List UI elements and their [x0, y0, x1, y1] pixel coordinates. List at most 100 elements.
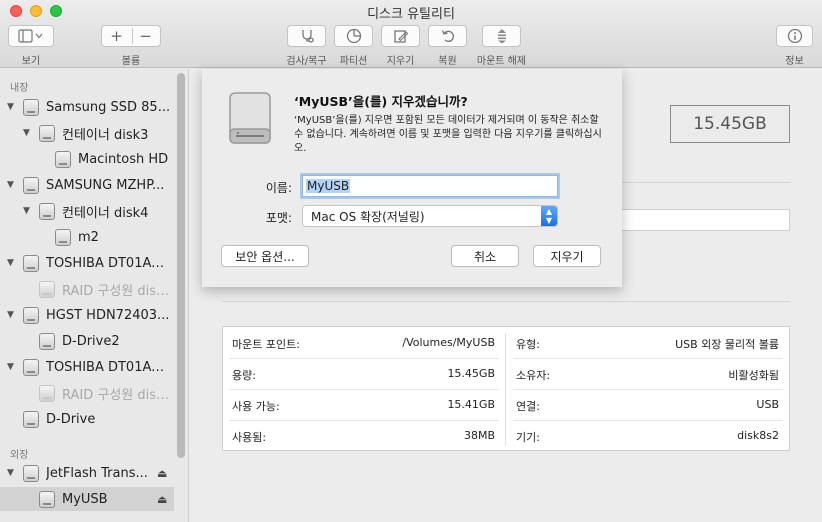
disclosure-triangle-icon[interactable]: ▼	[7, 310, 17, 320]
volume-capacity-box: 15.45GB	[670, 105, 790, 143]
volume-info-table: 마운트 포인트: /Volumes/MyUSB 유형: USB 외장 물리적 볼…	[222, 326, 790, 451]
device-label: 기기:	[516, 431, 540, 444]
eject-icon[interactable]: ⏏	[157, 493, 167, 506]
available-label: 사용 가능:	[232, 400, 280, 413]
sidebar-item-hgst[interactable]: ▼ HGST HDN72403...	[0, 303, 174, 327]
sidebar-item-label: RAID 구성원 disk...	[62, 387, 172, 403]
disclosure-triangle-icon[interactable]: ▼	[23, 206, 33, 216]
info-row: 사용 가능: 15.41GB 연결: USB	[223, 389, 789, 420]
sidebar-item-label: RAID 구성원 disk...	[62, 283, 172, 299]
container-icon	[39, 124, 55, 142]
disclosure-triangle-icon[interactable]: ▼	[7, 258, 17, 268]
eject-icon[interactable]: ⏏	[157, 467, 167, 480]
sidebar-item-raid-member-2[interactable]: RAID 구성원 disk...	[0, 381, 174, 405]
sidebar-item-label: 컨테이너 disk3	[62, 127, 149, 143]
format-select-value: Mac OS 확장(저널링)	[311, 209, 425, 224]
add-volume-button[interactable]: +	[102, 27, 131, 45]
connection-label: 연결:	[516, 400, 540, 413]
sidebar-item-label: SAMSUNG MZHP...	[46, 177, 165, 193]
restore-icon	[441, 30, 454, 42]
volume-icon	[39, 280, 55, 298]
sidebar-item-samsung-ssd[interactable]: ▼ Samsung SSD 85...	[0, 95, 174, 119]
cancel-button[interactable]: 취소	[451, 245, 519, 267]
first-aid-button[interactable]	[287, 25, 326, 47]
sidebar-item-label: TOSHIBA DT01AC...	[46, 255, 171, 271]
disclosure-triangle-icon[interactable]: ▼	[7, 180, 17, 190]
hard-drive-icon	[23, 254, 39, 272]
sidebar-item-label: MyUSB	[62, 491, 108, 507]
capacity-value: 15.45GB	[447, 367, 495, 380]
disclosure-triangle-icon[interactable]: ▼	[23, 128, 33, 138]
sidebar-icon	[18, 29, 43, 43]
security-options-button[interactable]: 보안 옵션...	[221, 245, 309, 267]
sidebar: 내장 ▼ Samsung SSD 85... ▼ 컨테이너 disk3 Maci…	[0, 69, 189, 522]
hard-drive-icon	[23, 176, 39, 194]
usb-drive-icon	[23, 464, 39, 482]
disclosure-triangle-icon[interactable]: ▼	[7, 362, 17, 372]
unmount-button[interactable]	[482, 25, 521, 47]
erase-button[interactable]	[381, 25, 420, 47]
sidebar-item-label: Macintosh HD	[78, 151, 169, 167]
device-value: disk8s2	[737, 429, 779, 442]
volume-icon	[55, 150, 71, 168]
sidebar-item-toshiba-1[interactable]: ▼ TOSHIBA DT01AC...	[0, 251, 174, 275]
name-field[interactable]: MyUSB	[302, 175, 558, 197]
sidebar-item-raid-member-1[interactable]: RAID 구성원 disk...	[0, 277, 174, 301]
toolbar: 디스크 유틸리티 보기 + − 볼륨 검사/복구 파티션 지우기 복원 마운트 …	[0, 0, 822, 68]
external-drive-icon	[229, 92, 271, 144]
sidebar-item-container-disk3[interactable]: ▼ 컨테이너 disk3	[0, 121, 174, 145]
info-icon	[787, 28, 802, 44]
hard-drive-icon	[23, 358, 39, 376]
restore-button[interactable]	[428, 25, 467, 47]
sidebar-item-label: D-Drive2	[62, 333, 120, 349]
sidebar-item-label: 컨테이너 disk4	[62, 205, 149, 221]
info-row: 마운트 포인트: /Volumes/MyUSB 유형: USB 외장 물리적 볼…	[223, 327, 789, 358]
sidebar-item-d-drive2[interactable]: D-Drive2	[0, 329, 174, 353]
view-button[interactable]	[8, 25, 54, 47]
sidebar-item-label: m2	[78, 229, 99, 245]
info-button[interactable]	[776, 25, 813, 47]
hard-drive-icon	[23, 98, 39, 116]
sidebar-scrollbar[interactable]	[177, 73, 185, 458]
used-label: 사용됨:	[232, 431, 267, 444]
window-title: 디스크 유틸리티	[367, 7, 455, 22]
sidebar-item-container-disk4[interactable]: ▼ 컨테이너 disk4	[0, 199, 174, 223]
name-field-value: MyUSB	[306, 179, 351, 193]
format-select[interactable]: Mac OS 확장(저널링) ▲ ▼	[302, 205, 558, 227]
partition-button[interactable]	[334, 25, 373, 47]
remove-volume-button[interactable]: −	[131, 27, 160, 45]
sidebar-item-label: HGST HDN72403...	[46, 307, 170, 323]
sidebar-item-label: D-Drive	[46, 411, 96, 427]
owners-label: 소유자:	[516, 369, 551, 382]
restore-label: 복원	[438, 56, 457, 67]
partition-icon	[346, 28, 361, 44]
sidebar-item-d-drive[interactable]: D-Drive	[0, 407, 174, 431]
partition-label: 파티션	[339, 56, 368, 67]
disclosure-triangle-icon[interactable]: ▼	[7, 102, 17, 112]
sidebar-item-macintosh-hd[interactable]: Macintosh HD	[0, 147, 174, 171]
used-value: 38MB	[463, 429, 495, 442]
name-label: 이름:	[265, 181, 292, 195]
sidebar-item-label: Samsung SSD 85...	[46, 99, 171, 115]
sidebar-item-label: JetFlash Trans...	[46, 465, 148, 481]
mount-point-value: /Volumes/MyUSB	[402, 336, 495, 349]
hard-drive-icon	[23, 306, 39, 324]
disclosure-triangle-icon[interactable]: ▼	[7, 468, 17, 478]
unmount-label: 마운트 해제	[476, 56, 527, 67]
hard-drive-icon	[23, 410, 39, 428]
type-label: 유형:	[516, 338, 540, 351]
internal-section-header: 내장	[10, 83, 29, 94]
erase-confirm-button[interactable]: 지우기	[533, 245, 601, 267]
sidebar-item-jetflash[interactable]: ▼ JetFlash Trans... ⏏	[0, 461, 174, 485]
info-row: 사용됨: 38MB 기기: disk8s2	[223, 420, 789, 451]
sidebar-item-m2[interactable]: m2	[0, 225, 174, 249]
unmount-icon	[497, 29, 506, 44]
sidebar-item-myusb[interactable]: MyUSB ⏏	[0, 487, 174, 511]
sidebar-item-toshiba-2[interactable]: ▼ TOSHIBA DT01AC...	[0, 355, 174, 379]
sidebar-item-samsung-mzhp[interactable]: ▼ SAMSUNG MZHP...	[0, 173, 174, 197]
volume-icon	[39, 384, 55, 402]
divider	[222, 301, 790, 302]
container-icon	[39, 202, 55, 220]
erase-dialog: ‘MyUSB’을(를) 지우겠습니까? ‘MyUSB’을(를) 지우면 포함된 …	[202, 69, 622, 287]
volume-icon	[55, 228, 71, 246]
